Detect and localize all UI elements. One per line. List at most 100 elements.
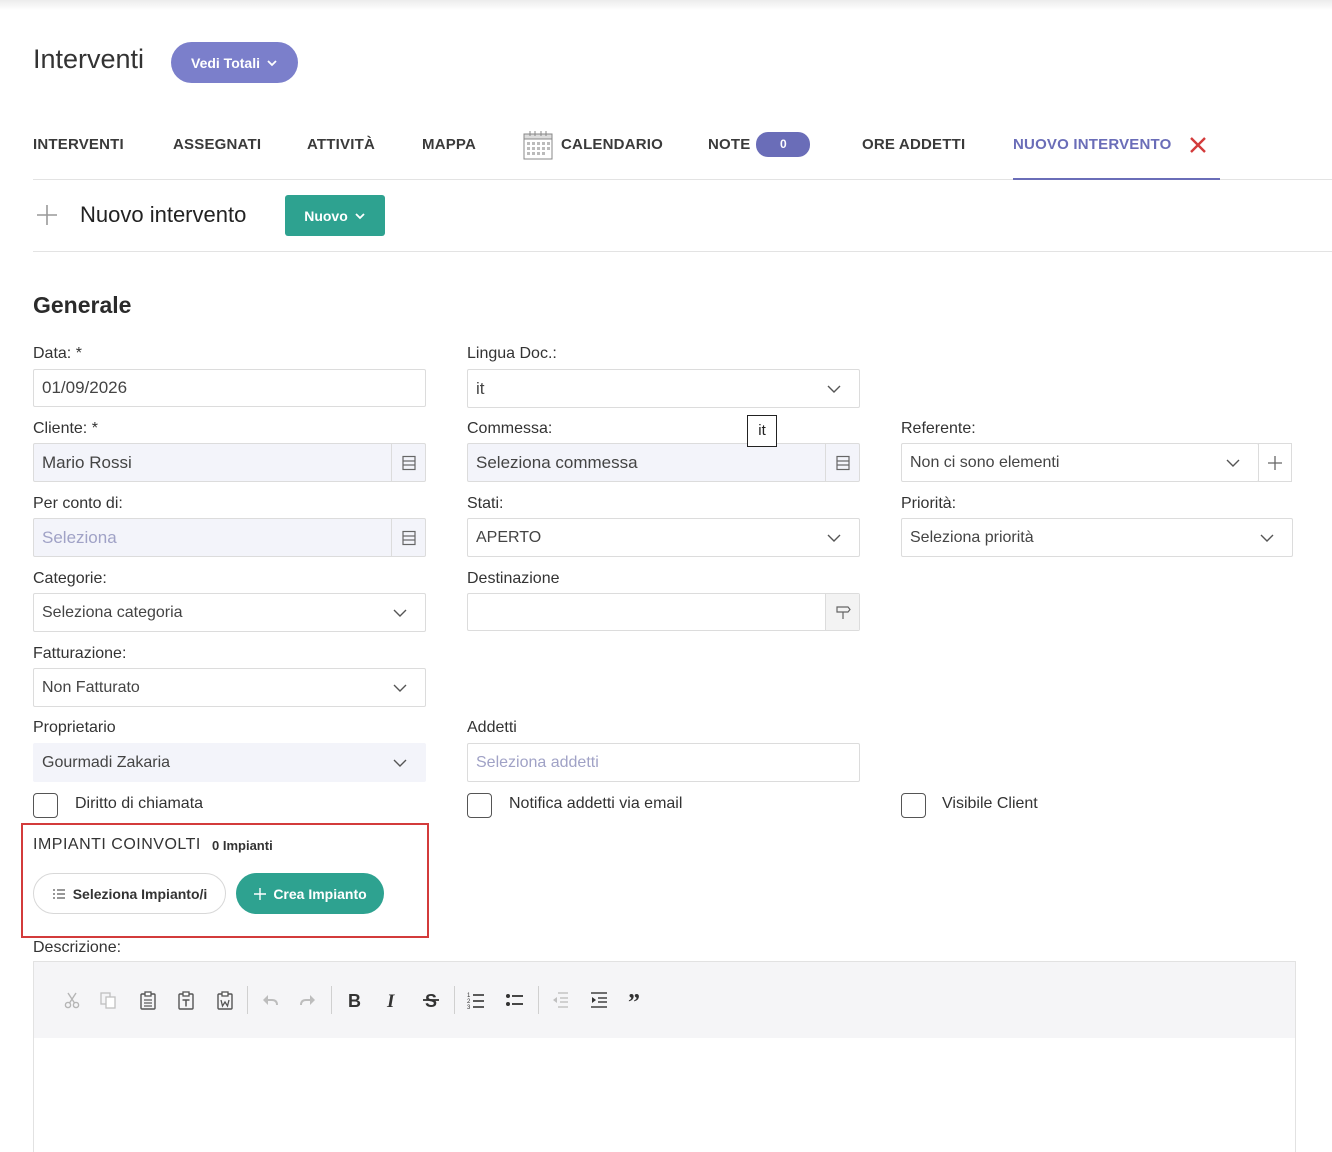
chevron-down-icon — [827, 534, 841, 542]
cliente-lookup[interactable]: Mario Rossi — [33, 443, 426, 482]
descrizione-editor[interactable]: B I S 123 ” — [33, 961, 1296, 1152]
categorie-select[interactable]: Seleziona categoria — [33, 593, 426, 632]
tab-ore-addetti[interactable]: ORE ADDETTI — [862, 126, 965, 180]
crea-impianto-button[interactable]: Crea Impianto — [236, 873, 384, 914]
bulleted-list-icon[interactable] — [503, 988, 527, 1012]
data-label: Data: * — [33, 345, 82, 362]
addetti-multiselect[interactable]: Seleziona addetti — [467, 743, 860, 782]
section-header: Nuovo intervento Nuovo — [33, 180, 1332, 252]
paste-icon[interactable] — [136, 988, 160, 1012]
data-input[interactable]: 01/09/2026 — [33, 369, 426, 407]
visibile-checkbox[interactable] — [901, 793, 926, 818]
close-icon[interactable] — [1188, 135, 1208, 155]
generale-heading: Generale — [33, 292, 132, 318]
plus-icon[interactable] — [36, 204, 58, 226]
italic-icon[interactable]: I — [380, 988, 404, 1012]
copy-icon[interactable] — [96, 988, 120, 1012]
referente-select[interactable]: Non ci sono elementi — [901, 443, 1292, 482]
list-icon — [52, 888, 65, 899]
tab-assegnati[interactable]: ASSEGNATI — [173, 126, 261, 180]
descrizione-label: Descrizione: — [33, 939, 122, 956]
commessa-lookup[interactable]: Seleziona commessa — [467, 443, 860, 482]
tab-mappa[interactable]: MAPPA — [422, 126, 476, 180]
priorita-label: Priorità: — [901, 495, 957, 512]
priorita-select[interactable]: Seleziona priorità — [901, 518, 1293, 557]
editor-toolbar: B I S 123 ” — [34, 962, 1295, 1038]
tab-interventi[interactable]: INTERVENTI — [33, 126, 124, 180]
chevron-down-icon — [1226, 459, 1240, 467]
chevron-down-icon — [393, 759, 407, 767]
impianti-count: 0 Impianti — [212, 838, 273, 853]
bold-icon[interactable]: B — [342, 988, 366, 1012]
cut-icon[interactable] — [60, 988, 84, 1012]
proprietario-select[interactable]: Gourmadi Zakaria — [33, 743, 426, 782]
calendar-icon — [523, 131, 553, 160]
outdent-icon[interactable] — [548, 988, 572, 1012]
chevron-down-icon — [827, 385, 841, 393]
nuovo-label: Nuovo — [304, 207, 348, 224]
referente-label: Referente: — [901, 420, 976, 437]
vedi-totali-button[interactable]: Vedi Totali — [171, 42, 298, 83]
indent-icon[interactable] — [587, 988, 611, 1012]
lingua-select[interactable]: it — [467, 369, 860, 408]
signpost-icon — [835, 606, 851, 619]
section-title: Nuovo intervento — [80, 202, 247, 227]
lingua-label: Lingua Doc.: — [467, 345, 557, 362]
svg-text:I: I — [386, 991, 395, 1010]
blockquote-icon[interactable]: ” — [625, 988, 649, 1012]
impianti-title: IMPIANTI COINVOLTI — [33, 836, 201, 853]
stati-label: Stati: — [467, 495, 504, 512]
redo-icon[interactable] — [296, 988, 320, 1012]
diritto-checkbox[interactable] — [33, 793, 58, 818]
paste-text-icon[interactable] — [174, 988, 198, 1012]
toolbar-separator — [331, 986, 332, 1014]
diritto-label: Diritto di chiamata — [75, 795, 204, 812]
stati-select[interactable]: APERTO — [467, 518, 860, 557]
per-conto-lookup[interactable]: Seleziona — [33, 518, 426, 557]
vedi-totali-label: Vedi Totali — [191, 54, 260, 71]
top-shadow — [0, 0, 1332, 10]
addetti-label: Addetti — [467, 719, 517, 736]
page-title: Interventi — [33, 44, 145, 74]
numbered-list-icon[interactable]: 123 — [464, 988, 488, 1012]
toolbar-separator — [247, 986, 248, 1014]
plus-icon — [1268, 455, 1282, 470]
paste-word-icon[interactable] — [213, 988, 237, 1012]
per-conto-list-button[interactable] — [391, 519, 425, 556]
list-icon — [835, 455, 850, 470]
nuovo-button[interactable]: Nuovo — [285, 195, 385, 236]
undo-icon[interactable] — [258, 988, 282, 1012]
fatturazione-label: Fatturazione: — [33, 645, 127, 662]
commessa-label: Commessa: — [467, 420, 553, 437]
seleziona-impianto-button[interactable]: Seleziona Impianto/i — [33, 873, 226, 914]
tab-nuovo-intervento[interactable]: NUOVO INTERVENTO — [1013, 126, 1220, 180]
tab-note[interactable]: NOTE 0 — [708, 126, 811, 180]
list-icon — [401, 455, 416, 470]
add-referente-button[interactable] — [1258, 443, 1292, 482]
chevron-down-icon — [393, 609, 407, 617]
tab-calendario[interactable]: CALENDARIO — [523, 126, 663, 180]
svg-text:3: 3 — [467, 1005, 471, 1010]
destinazione-label: Destinazione — [467, 570, 560, 587]
destinazione-pick-button[interactable] — [825, 594, 859, 630]
tab-attivita[interactable]: ATTIVITÀ — [307, 126, 375, 180]
chevron-down-icon — [393, 684, 407, 692]
cliente-list-button[interactable] — [391, 444, 425, 481]
notifica-checkbox[interactable] — [467, 793, 492, 818]
strikethrough-icon[interactable]: S — [419, 988, 443, 1012]
cliente-label: Cliente: * — [33, 420, 98, 437]
note-count-badge: 0 — [756, 132, 811, 157]
chevron-down-icon — [1260, 534, 1274, 542]
chevron-down-icon — [267, 59, 277, 66]
notifica-label: Notifica addetti via email — [509, 795, 683, 812]
proprietario-label: Proprietario — [33, 719, 116, 736]
destinazione-input[interactable] — [467, 593, 860, 631]
plus-icon — [254, 887, 267, 900]
commessa-list-button[interactable] — [825, 444, 859, 481]
fatturazione-select[interactable]: Non Fatturato — [33, 668, 426, 707]
categorie-label: Categorie: — [33, 570, 107, 587]
visibile-label: Visibile Client — [942, 795, 1038, 812]
chevron-down-icon — [355, 212, 365, 219]
lingua-tooltip: it — [747, 415, 777, 447]
per-conto-label: Per conto di: — [33, 495, 123, 512]
